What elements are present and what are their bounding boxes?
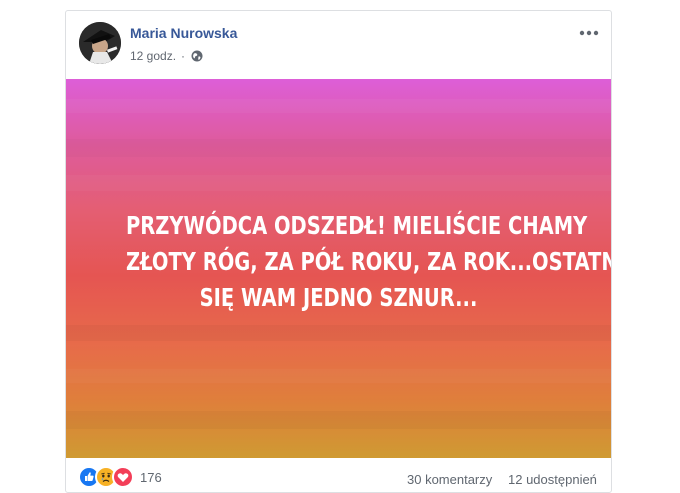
meta-separator: · xyxy=(181,49,186,63)
avatar[interactable] xyxy=(79,22,121,64)
post-text-line: PRZYWÓDCA ODSZEDŁ! MIELIŚCIE CHAMY xyxy=(125,211,588,240)
post-meta: 12 godz. · xyxy=(130,49,203,63)
post-card: Maria Nurowska 12 godz. · PRZYWÓDCA ODSZ… xyxy=(65,10,612,493)
post-text: PRZYWÓDCA ODSZEDŁ! MIELIŚCIE CHAMY ZŁOTY… xyxy=(125,208,611,316)
post-image[interactable]: PRZYWÓDCA ODSZEDŁ! MIELIŚCIE CHAMY ZŁOTY… xyxy=(66,79,611,458)
avatar-image xyxy=(79,22,121,64)
post-text-line: ZŁOTY RÓG, ZA PÓŁ ROKU, ZA ROK...OSTATNI… xyxy=(125,247,611,276)
post-footer: 176 30 komentarzy 12 udostępnień xyxy=(66,458,611,492)
reaction-count[interactable]: 176 xyxy=(140,470,162,485)
more-options-icon[interactable] xyxy=(577,25,601,41)
author-name[interactable]: Maria Nurowska xyxy=(130,25,237,41)
globe-icon[interactable] xyxy=(191,50,203,62)
shares-count[interactable]: 12 udostępnień xyxy=(508,472,597,487)
love-reaction-icon xyxy=(112,466,134,488)
page: Maria Nurowska 12 godz. · PRZYWÓDCA ODSZ… xyxy=(0,0,680,493)
post-time[interactable]: 12 godz. xyxy=(130,49,176,63)
reactions-summary[interactable]: 176 xyxy=(78,466,162,488)
comments-count[interactable]: 30 komentarzy xyxy=(407,472,492,487)
post-text-line: SIĘ WAM JEDNO SZNUR... xyxy=(199,283,478,312)
post-header: Maria Nurowska 12 godz. · xyxy=(66,11,611,79)
